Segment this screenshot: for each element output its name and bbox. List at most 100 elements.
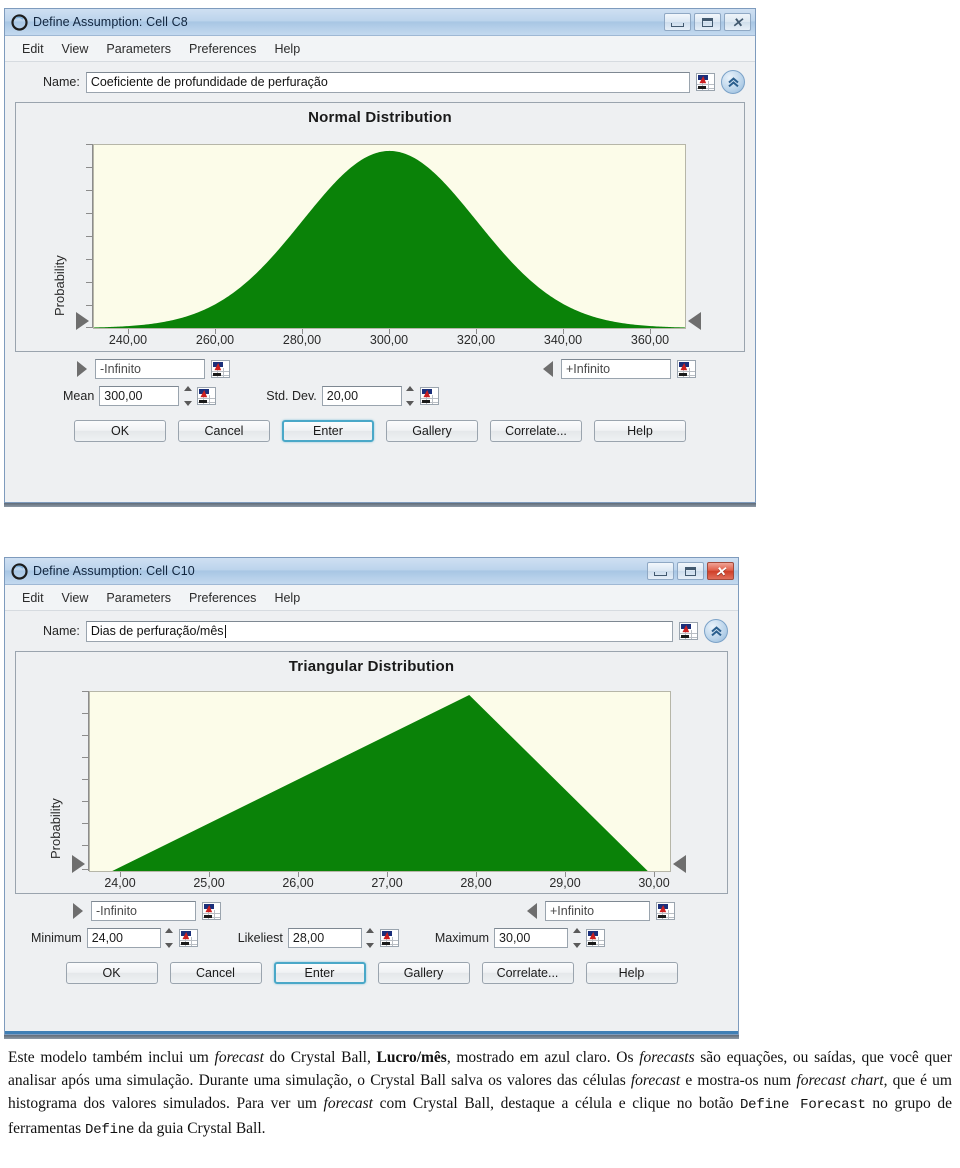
window-drop-shadow xyxy=(4,1035,739,1039)
bounds-row: -Infinito +Infinito xyxy=(15,898,728,924)
x-tick-label: 300,00 xyxy=(369,333,409,347)
lower-bound-handle[interactable] xyxy=(72,855,85,873)
name-row: Name: Dias de perfuração/mês xyxy=(5,611,738,649)
window-title: Define Assumption: Cell C8 xyxy=(33,15,188,29)
titlebar[interactable]: Define Assumption: Cell C10 ✕ xyxy=(5,558,738,585)
lower-bound-handle[interactable] xyxy=(76,312,89,330)
y-tick xyxy=(82,757,88,758)
x-tick-label: 29,00 xyxy=(549,876,581,890)
y-tick xyxy=(86,259,92,260)
cell-reference-picker-icon[interactable] xyxy=(679,622,698,640)
maximum-value: 30,00 xyxy=(499,931,531,945)
lower-bound-marker-icon[interactable] xyxy=(77,361,87,377)
assumption-name-input[interactable]: Coeficiente de profundidade de perfuraçã… xyxy=(85,71,690,93)
minimum-stepper[interactable] xyxy=(163,928,176,948)
define-assumption-window-c8[interactable]: Define Assumption: Cell C8 ✕ Edit View P… xyxy=(4,8,756,507)
upper-bound-picker-icon[interactable] xyxy=(656,902,675,920)
paragraph-run: forecast xyxy=(323,1095,373,1112)
menu-item-edit[interactable]: Edit xyxy=(13,589,53,607)
lower-bound-value: -Infinito xyxy=(100,362,141,376)
likeliest-stepper[interactable] xyxy=(364,928,377,948)
y-tick xyxy=(86,144,92,145)
mean-label: Mean xyxy=(63,389,95,403)
mean-picker-icon[interactable] xyxy=(197,387,217,405)
std-dev-input[interactable]: 20,00 xyxy=(321,386,402,406)
likeliest-input[interactable]: 28,00 xyxy=(287,928,362,948)
collapse-chevron-up-icon[interactable] xyxy=(704,619,728,643)
lower-bound-field[interactable]: -Infinito xyxy=(95,359,205,379)
upper-bound-handle[interactable] xyxy=(688,312,701,330)
menu-item-view[interactable]: View xyxy=(53,589,98,607)
x-tick-label: 260,00 xyxy=(195,333,235,347)
maximize-button[interactable] xyxy=(694,13,721,31)
upper-bound-handle[interactable] xyxy=(673,855,686,873)
menu-item-parameters[interactable]: Parameters xyxy=(97,589,180,607)
lower-bound-picker-icon[interactable] xyxy=(202,902,221,920)
window-controls: ✕ xyxy=(664,13,751,31)
menu-item-help[interactable]: Help xyxy=(265,40,309,58)
x-tick-label: 280,00 xyxy=(282,333,322,347)
help-button[interactable]: Help xyxy=(585,962,678,984)
collapse-chevron-up-icon[interactable] xyxy=(721,70,745,94)
y-tick xyxy=(82,845,88,846)
window-controls: ✕ xyxy=(647,562,734,580)
menu-item-parameters[interactable]: Parameters xyxy=(97,40,180,58)
y-tick xyxy=(82,801,88,802)
std-dev-picker-icon[interactable] xyxy=(419,387,439,405)
std-dev-stepper[interactable] xyxy=(404,386,417,406)
titlebar[interactable]: Define Assumption: Cell C8 ✕ xyxy=(5,9,755,36)
minimum-input[interactable]: 24,00 xyxy=(86,928,161,948)
plot-wrap: Probability xyxy=(16,675,727,890)
enter-button[interactable]: Enter xyxy=(273,962,366,984)
correlate-button[interactable]: Correlate... xyxy=(481,962,574,984)
menu-item-preferences[interactable]: Preferences xyxy=(180,589,265,607)
close-button[interactable]: ✕ xyxy=(707,562,734,580)
define-assumption-window-c10[interactable]: Define Assumption: Cell C10 ✕ Edit View … xyxy=(4,557,739,1039)
lower-bound-field[interactable]: -Infinito xyxy=(91,901,196,921)
upper-bound-marker-icon[interactable] xyxy=(527,903,537,919)
upper-bound-field[interactable]: +Infinito xyxy=(545,901,650,921)
minimum-picker-icon[interactable] xyxy=(178,929,198,947)
mean-input[interactable]: 300,00 xyxy=(99,386,180,406)
crystal-ball-icon xyxy=(11,13,28,31)
menu-item-help[interactable]: Help xyxy=(265,589,309,607)
y-tick xyxy=(86,190,92,191)
maximize-button[interactable] xyxy=(677,562,704,580)
upper-bound-field[interactable]: +Infinito xyxy=(561,359,671,379)
ok-button[interactable]: OK xyxy=(65,962,158,984)
parameter-area: -Infinito +Infinito Mean 300,00 Std. Dev… xyxy=(5,352,755,410)
assumption-name-input[interactable]: Dias de perfuração/mês xyxy=(85,620,673,642)
menu-item-view[interactable]: View xyxy=(53,40,98,58)
likeliest-picker-icon[interactable] xyxy=(379,929,399,947)
enter-button[interactable]: Enter xyxy=(282,420,374,442)
maximum-input[interactable]: 30,00 xyxy=(494,928,569,948)
lower-bound-marker-icon[interactable] xyxy=(73,903,83,919)
plot-wrap: Probability xyxy=(16,126,744,348)
maximum-picker-icon[interactable] xyxy=(586,929,606,947)
correlate-button[interactable]: Correlate... xyxy=(490,420,582,442)
text-caret xyxy=(224,624,226,638)
ok-button[interactable]: OK xyxy=(74,420,166,442)
y-tick xyxy=(82,713,88,714)
upper-bound-marker-icon[interactable] xyxy=(543,361,553,377)
mean-stepper[interactable] xyxy=(181,386,194,406)
cell-reference-picker-icon[interactable] xyxy=(696,73,715,91)
gallery-button[interactable]: Gallery xyxy=(377,962,470,984)
cancel-button[interactable]: Cancel xyxy=(169,962,262,984)
gallery-button[interactable]: Gallery xyxy=(386,420,478,442)
paragraph-run: Lucro/mês xyxy=(376,1049,447,1066)
maximum-stepper[interactable] xyxy=(570,928,583,948)
likeliest-label: Likeliest xyxy=(237,931,283,945)
help-button[interactable]: Help xyxy=(594,420,686,442)
lower-bound-picker-icon[interactable] xyxy=(211,360,230,378)
cancel-button[interactable]: Cancel xyxy=(178,420,270,442)
menu-item-edit[interactable]: Edit xyxy=(13,40,53,58)
minimize-button[interactable] xyxy=(664,13,691,31)
upper-bound-value: +Infinito xyxy=(566,362,611,376)
minimize-button[interactable] xyxy=(647,562,674,580)
menu-item-preferences[interactable]: Preferences xyxy=(180,40,265,58)
close-button[interactable]: ✕ xyxy=(724,13,751,31)
paragraph-run: e mostra-os num xyxy=(680,1072,797,1089)
upper-bound-picker-icon[interactable] xyxy=(677,360,696,378)
distribution-chart-panel: Normal Distribution Probability 240,00 2… xyxy=(15,102,745,352)
